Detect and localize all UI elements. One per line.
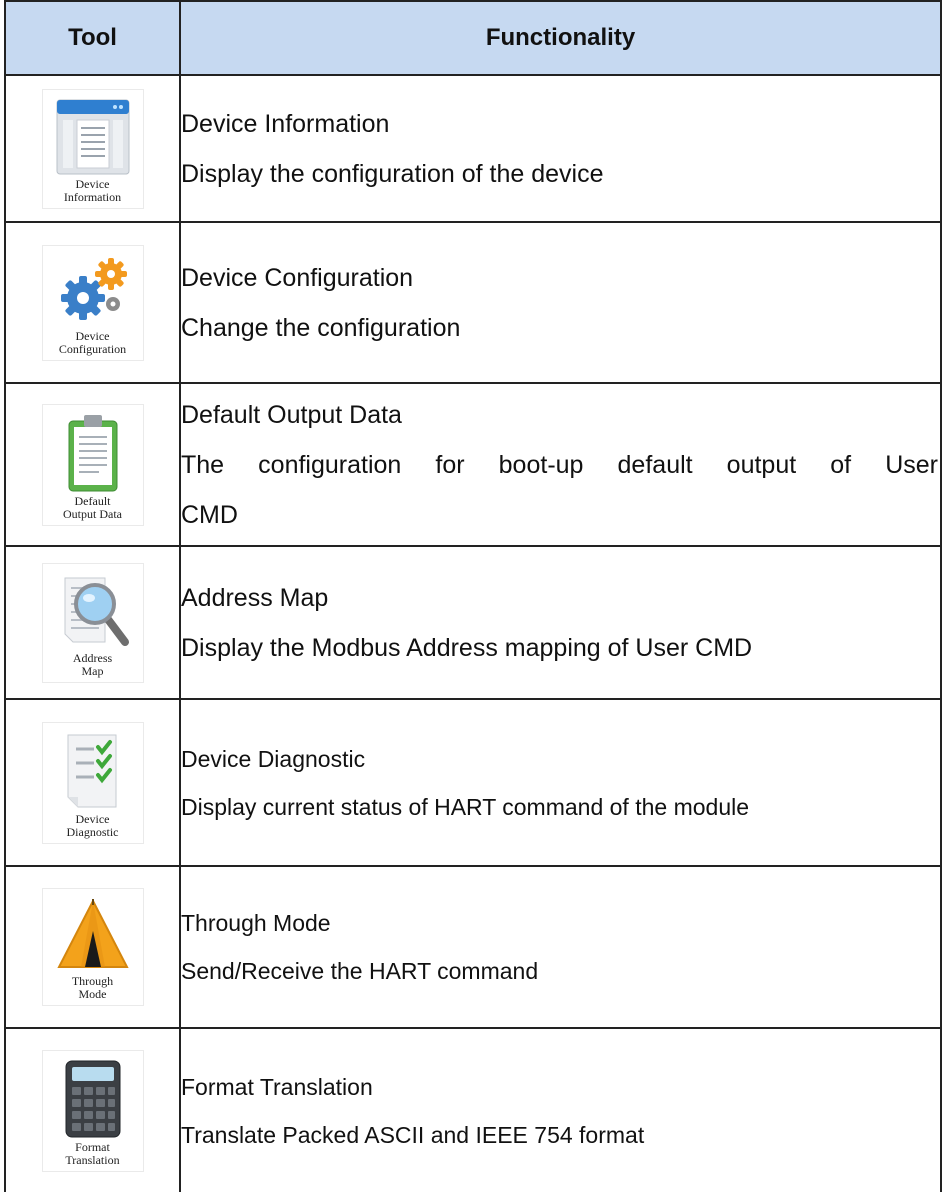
functionality-cell: Address Map Display the Modbus Address m… — [179, 545, 942, 700]
tool-cell: Format Translation — [4, 1027, 181, 1192]
function-title: Format Translation — [181, 1073, 373, 1100]
device-configuration-tool-button[interactable]: Device Configuration — [41, 244, 144, 361]
address-map-tool-button[interactable]: Address Map — [41, 562, 144, 683]
tool-caption: Address Map — [72, 650, 113, 678]
function-title: Device Diagnostic — [181, 745, 366, 772]
functionality-cell: Through Mode Send/Receive the HART comma… — [179, 865, 942, 1029]
tool-table: Tool Functionality Device Information De… — [4, 0, 942, 1192]
functionality-cell: Device Information Display the configura… — [179, 74, 942, 223]
format-translation-tool-button[interactable]: Format Translation — [41, 1049, 144, 1172]
table-row-through-mode: Through Mode Through Mode Send/Receive t… — [4, 865, 942, 1029]
tent-icon — [56, 898, 129, 968]
function-description: Translate Packed ASCII and IEEE 754 form… — [181, 1121, 645, 1148]
tool-caption: Device Diagnostic — [66, 811, 119, 839]
function-description-continued: CMD — [181, 500, 238, 529]
tool-caption: Default Output Data — [63, 493, 122, 521]
function-description: Display current status of HART command o… — [181, 793, 750, 820]
checklist-icon — [67, 734, 116, 807]
table-row-default-output-data: Default Output Data Default Output Data … — [4, 382, 942, 547]
tool-caption: Device Information — [63, 176, 122, 204]
magnifier-icon — [64, 577, 129, 646]
gears-icon — [60, 257, 127, 320]
functionality-cell: Device Configuration Change the configur… — [179, 221, 942, 384]
header-functionality: Functionality — [179, 0, 942, 76]
function-description: Display the Modbus Address mapping of Us… — [181, 633, 753, 662]
tool-cell: Device Diagnostic — [4, 698, 181, 867]
table-row-address-map: Address Map Address Map Display the Modb… — [4, 545, 942, 700]
function-title: Device Information — [181, 109, 390, 138]
tool-cell: Device Configuration — [4, 221, 181, 384]
functionality-cell: Default Output Data The configuration fo… — [179, 382, 942, 547]
tool-caption: Device Configuration — [58, 328, 127, 356]
tool-caption: Through Mode — [71, 974, 114, 1001]
header-tool: Tool — [4, 0, 181, 76]
through-mode-tool-button[interactable]: Through Mode — [41, 888, 144, 1006]
table-row-device-configuration: Device Configuration Device Configuratio… — [4, 221, 942, 384]
device-information-icon — [56, 99, 129, 174]
function-description: Send/Receive the HART command — [181, 958, 539, 984]
table-row-device-diagnostic: Device Diagnostic Device Diagnostic Disp… — [4, 698, 942, 867]
table-row-device-information: Device Information Device Information Di… — [4, 74, 942, 223]
function-description: The configuration for boot-up default ou… — [181, 450, 938, 479]
functionality-cell: Device Diagnostic Display current status… — [179, 698, 942, 867]
clipboard-icon — [68, 414, 117, 491]
header-row: Tool Functionality — [4, 0, 942, 76]
function-description: Display the configuration of the device — [181, 159, 604, 188]
tool-cell: Through Mode — [4, 865, 181, 1029]
function-title: Through Mode — [181, 910, 331, 936]
function-title: Address Map — [181, 583, 329, 612]
tool-cell: Default Output Data — [4, 382, 181, 547]
calculator-icon — [65, 1060, 120, 1137]
tool-cell: Device Information — [4, 74, 181, 223]
device-diagnostic-tool-button[interactable]: Device Diagnostic — [41, 721, 144, 844]
function-title: Device Configuration — [181, 263, 414, 292]
tool-caption: Format Translation — [65, 1139, 120, 1167]
table-row-format-translation: Format Translation Format Translation Tr… — [4, 1027, 942, 1192]
default-output-data-tool-button[interactable]: Default Output Data — [41, 403, 144, 526]
tool-cell: Address Map — [4, 545, 181, 700]
function-description: Change the configuration — [181, 313, 461, 342]
device-information-tool-button[interactable]: Device Information — [41, 88, 144, 209]
functionality-cell: Format Translation Translate Packed ASCI… — [179, 1027, 942, 1192]
function-title: Default Output Data — [181, 400, 402, 429]
